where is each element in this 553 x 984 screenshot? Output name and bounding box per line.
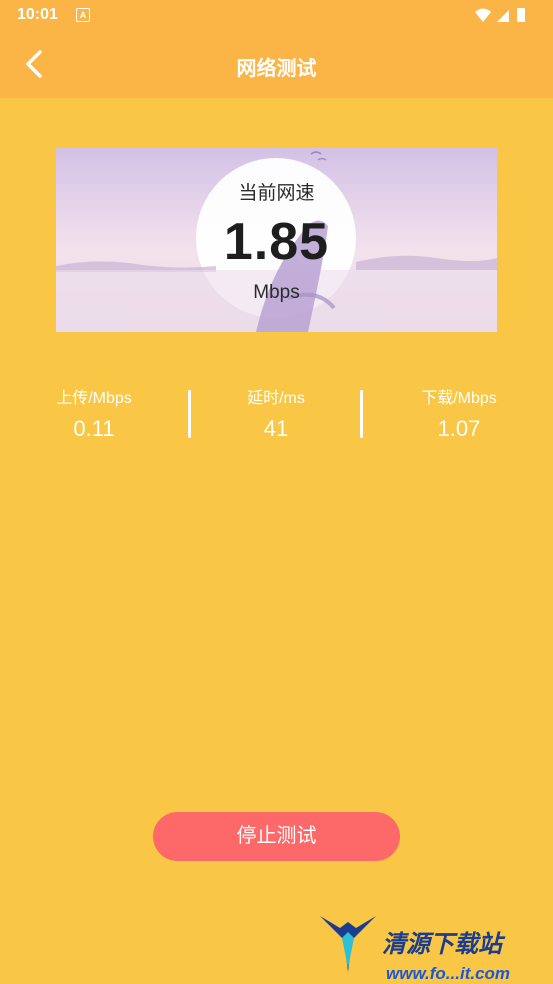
speed-unit: Mbps: [253, 282, 300, 303]
status-icons: [475, 8, 525, 22]
battery-icon: [517, 8, 525, 22]
download-value: 1.07: [437, 416, 481, 441]
speed-value: 1.85: [223, 213, 330, 271]
upload-label: 上传/Mbps: [56, 390, 132, 407]
wifi-icon: [475, 8, 491, 22]
status-bar: 10:01 A: [0, 0, 553, 30]
watermark-text: 清源下载站: [382, 931, 502, 958]
divider: [188, 390, 191, 438]
upload-value: 0.11: [73, 416, 115, 441]
watermark-url: www.fo...it.com: [386, 964, 511, 983]
status-time: 10:01: [17, 6, 58, 23]
latency-label: 延时/ms: [247, 390, 305, 407]
latency-value: 41: [263, 416, 289, 441]
divider: [360, 390, 363, 438]
download-stat: 下载/Mbps 1.07: [404, 384, 514, 442]
watermark: 清源下载站 www.fo...it.com: [316, 910, 546, 984]
notification-a-icon: A: [76, 8, 90, 22]
speed-label: 当前网速: [238, 183, 315, 204]
latency-stat: 延时/ms 41: [222, 384, 330, 442]
stop-test-button[interactable]: 停止测试: [153, 812, 400, 861]
page-title: 网络测试: [236, 58, 317, 80]
speed-banner: 当前网速 1.85 Mbps: [56, 148, 497, 332]
stats-row: 上传/Mbps 0.11 延时/ms 41 下载/Mbps 1.07: [0, 384, 553, 444]
upload-stat: 上传/Mbps 0.11: [40, 384, 148, 442]
download-label: 下载/Mbps: [421, 390, 497, 407]
app-bar: 网络测试: [0, 30, 553, 98]
signal-icon: [497, 10, 509, 22]
watermark-logo: [320, 916, 376, 972]
